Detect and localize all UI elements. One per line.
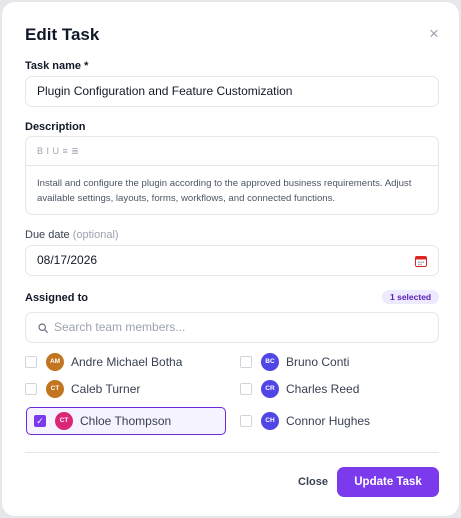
calendar-icon[interactable] — [415, 255, 427, 267]
due-date-label: Due date (optional) — [25, 229, 119, 241]
avatar: AM — [46, 353, 64, 371]
description-editor[interactable]: B I U ≡ ≣ Install and configure the plug… — [25, 136, 439, 215]
member-chloe-thompson[interactable]: ✓ CT Chloe Thompson — [26, 407, 226, 435]
avatar: CH — [261, 412, 279, 430]
member-checkbox[interactable] — [240, 356, 252, 368]
assigned-to-label: Assigned to — [25, 292, 88, 304]
member-name: Charles Reed — [286, 382, 360, 396]
member-bruno-conti[interactable]: BC Bruno Conti — [240, 348, 440, 376]
task-name-label: Task name * — [25, 60, 89, 72]
member-search-input[interactable]: Search team members... — [25, 312, 439, 343]
task-name-input[interactable]: Plugin Configuration and Feature Customi… — [25, 76, 439, 107]
selected-count-badge: 1 selected — [382, 290, 440, 304]
member-name: Chloe Thompson — [80, 414, 172, 428]
modal-title: Edit Task — [25, 25, 100, 44]
description-text[interactable]: Install and configure the plugin accordi… — [26, 166, 438, 216]
member-charles-reed[interactable]: CR Charles Reed — [240, 375, 440, 403]
avatar: CT — [46, 380, 64, 398]
avatar: CR — [261, 380, 279, 398]
description-label: Description — [25, 121, 86, 133]
member-name: Bruno Conti — [286, 355, 350, 369]
member-checkbox[interactable] — [240, 383, 252, 395]
search-icon — [38, 323, 48, 333]
close-button[interactable]: Close — [292, 468, 334, 496]
member-connor-hughes[interactable]: CH Connor Hughes — [240, 407, 440, 435]
due-date-optional: (optional) — [72, 229, 119, 241]
member-checkbox[interactable] — [25, 356, 37, 368]
footer-divider — [25, 452, 439, 453]
avatar: BC — [261, 353, 279, 371]
member-name: Andre Michael Botha — [71, 355, 183, 369]
due-date-input[interactable]: 08/17/2026 — [25, 245, 439, 276]
member-checkbox[interactable] — [25, 383, 37, 395]
search-placeholder: Search team members... — [54, 320, 186, 334]
description-toolbar[interactable]: B I U ≡ ≣ — [26, 137, 438, 166]
member-checkbox-checked[interactable]: ✓ — [34, 415, 46, 427]
close-icon[interactable]: × — [426, 25, 442, 42]
edit-task-modal: Edit Task × Task name * Plugin Configura… — [1, 1, 460, 517]
member-checkbox[interactable] — [240, 415, 252, 427]
member-caleb-turner[interactable]: CT Caleb Turner — [25, 375, 225, 403]
member-name: Caleb Turner — [71, 382, 141, 396]
due-date-value: 08/17/2026 — [37, 253, 98, 267]
member-andre-michael-botha[interactable]: AM Andre Michael Botha — [25, 348, 225, 376]
due-date-label-text: Due date — [25, 229, 70, 241]
avatar: CT — [55, 412, 73, 430]
update-task-button[interactable]: Update Task — [337, 467, 439, 497]
member-name: Connor Hughes — [286, 414, 371, 428]
